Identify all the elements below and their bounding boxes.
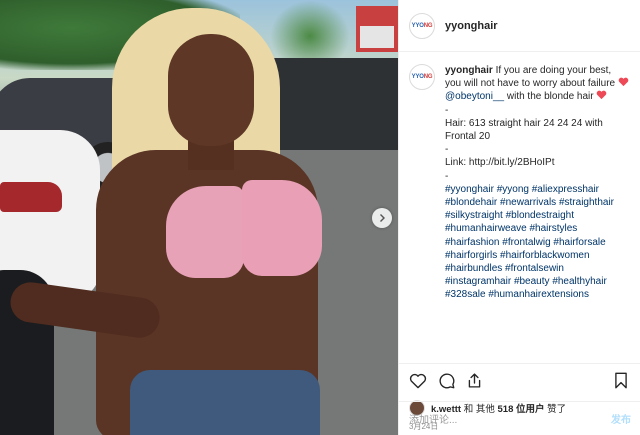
caption-text: yyonghair If you are doing your best, yo… <box>445 64 630 302</box>
hashtag[interactable]: #yyong <box>497 184 529 195</box>
caption-mention[interactable]: @obeytoni__ <box>445 91 504 102</box>
caption-link-line: Link: http://bit.ly/2BHoIPt <box>445 157 555 169</box>
share-icon <box>468 373 480 388</box>
post-sidebar: YYONG yyonghair YYONG yyonghair If you a… <box>398 0 640 435</box>
hashtag[interactable]: #instagramhair <box>445 276 511 287</box>
caption-hashtags: #yyonghair #yyong #aliexpresshair #blond… <box>445 184 614 301</box>
hashtag[interactable]: #blondehair <box>445 197 497 208</box>
save-button[interactable] <box>612 372 630 390</box>
hashtag[interactable]: #frontalsewin <box>505 263 564 274</box>
post-photo[interactable] <box>0 0 398 435</box>
heart-emoji-icon <box>618 77 629 87</box>
next-photo-button[interactable] <box>372 208 392 228</box>
photo-jeans <box>130 370 320 435</box>
hashtag[interactable]: #hairforblackwomen <box>500 250 590 261</box>
hashtag[interactable]: #straighthair <box>559 197 614 208</box>
caption-username[interactable]: yyonghair <box>445 65 493 76</box>
comments-area: YYONG yyonghair If you are doing your be… <box>399 52 640 363</box>
hashtag[interactable]: #yyonghair <box>445 184 494 195</box>
hashtag[interactable]: #hairfashion <box>445 237 499 248</box>
hashtag[interactable]: #healthyhair <box>552 276 606 287</box>
avatar[interactable]: YYONG <box>409 12 435 39</box>
heart-icon <box>409 373 427 388</box>
caption-dash: - <box>445 144 449 156</box>
comment-input[interactable]: 添加评论... <box>409 411 611 426</box>
photo-bikini-left <box>166 186 244 278</box>
avatar-logo: YYONG <box>411 22 433 29</box>
caption-avatar[interactable]: YYONG <box>409 64 435 90</box>
comment-button[interactable] <box>437 372 455 390</box>
hashtag[interactable]: #newarrivals <box>500 197 556 208</box>
hashtag[interactable]: #hairstyles <box>530 223 578 234</box>
caption-dash: - <box>445 104 449 116</box>
hashtag[interactable]: #328sale <box>445 289 486 300</box>
hashtag[interactable]: #hairbundles <box>445 263 502 274</box>
bookmark-icon <box>615 372 627 389</box>
hashtag[interactable]: #frontalwig <box>502 237 550 248</box>
hashtag[interactable]: #hairforgirls <box>445 250 497 261</box>
photo-palm <box>270 0 350 60</box>
heart-emoji-icon <box>597 91 607 100</box>
instagram-post: YYONG yyonghair YYONG yyonghair If you a… <box>0 0 640 435</box>
post-header: YYONG yyonghair <box>399 0 640 52</box>
like-button[interactable] <box>409 372 427 390</box>
caption-hair-line: Hair: 613 straight hair 24 24 24 with Fr… <box>445 117 603 143</box>
hashtag[interactable]: #silkystraight <box>445 210 503 221</box>
photo-face <box>168 34 254 146</box>
post-comment-button[interactable]: 发布 <box>611 411 631 426</box>
caption-dash: - <box>445 170 449 182</box>
hashtag[interactable]: #aliexpresshair <box>532 184 599 195</box>
chevron-right-icon <box>380 214 385 222</box>
header-username[interactable]: yyonghair <box>445 20 498 32</box>
hashtag[interactable]: #beauty <box>514 276 550 287</box>
share-button[interactable] <box>465 372 483 390</box>
caption-row: YYONG yyonghair If you are doing your be… <box>409 64 630 302</box>
photo-bikini-right <box>242 180 322 276</box>
comment-form: 添加评论... 发布 <box>399 401 640 435</box>
photo-sign <box>356 6 398 52</box>
hashtag[interactable]: #humanhairextensions <box>488 289 589 300</box>
hashtag[interactable]: #blondestraight <box>506 210 574 221</box>
comment-icon <box>439 373 454 389</box>
caption-line1-tail: with the blonde hair <box>506 91 594 103</box>
hashtag[interactable]: #hairforsale <box>553 237 605 248</box>
action-bar <box>399 363 640 397</box>
hashtag[interactable]: #humanhairweave <box>445 223 527 234</box>
